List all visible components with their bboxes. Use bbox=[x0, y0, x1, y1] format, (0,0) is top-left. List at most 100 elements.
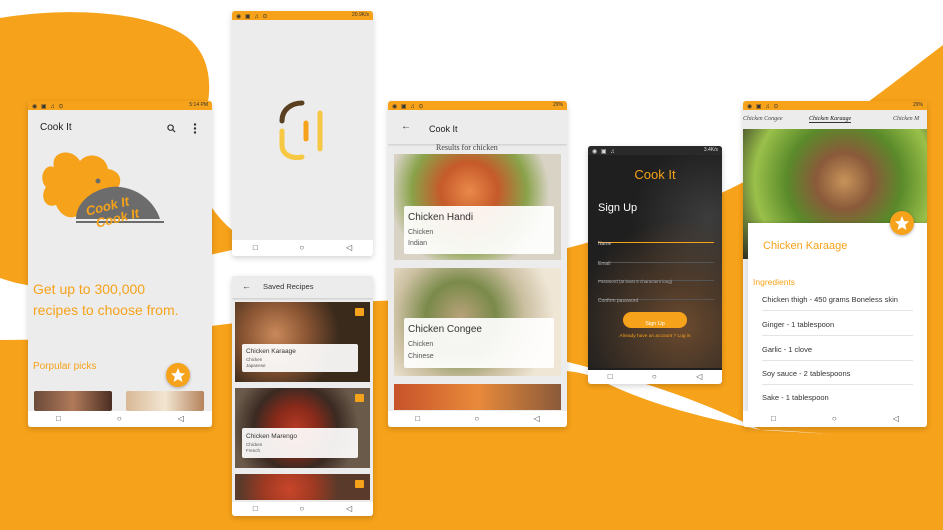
saved-item-label: Chicken Karaage Chicken Japanese bbox=[242, 344, 358, 372]
result-item-label: Chicken Congee Chicken Chinese bbox=[404, 318, 554, 368]
status-icons: ◉ ▣ ♫ ⊙ bbox=[236, 14, 269, 20]
signup-heading: Sign Up bbox=[598, 202, 638, 214]
toolbar: ← Cook It bbox=[388, 110, 567, 144]
name-placeholder: Name bbox=[598, 241, 612, 247]
recents-icon[interactable]: □ bbox=[771, 415, 776, 423]
saved-card[interactable]: Chicken Marengo Chicken French bbox=[235, 388, 370, 468]
recents-icon[interactable]: □ bbox=[415, 415, 420, 423]
tab-current[interactable]: Chicken Karaage bbox=[809, 116, 852, 123]
star-icon bbox=[171, 368, 185, 382]
recipe-name: Chicken Karaage bbox=[246, 348, 296, 355]
recipe-tabs: Chicken Congee Chicken Karaage Chicken M bbox=[743, 110, 927, 129]
search-icon[interactable] bbox=[167, 124, 176, 133]
recipe-cuisine: Chinese bbox=[408, 353, 434, 360]
screen-splash: ◉ ▣ ♫ ⊙ 20.9K/s □ ○ ◁ bbox=[232, 11, 373, 256]
ingredient-row: Soy sauce - 2 tablespoons bbox=[762, 369, 913, 385]
bookmark-icon[interactable] bbox=[355, 308, 364, 316]
status-icons: ◉ ▣ ♫ ⊙ bbox=[392, 104, 425, 110]
back-icon[interactable]: ◁ bbox=[178, 415, 184, 423]
back-arrow-icon[interactable]: ← bbox=[401, 121, 411, 132]
nav-bar: □ ○ ◁ bbox=[232, 502, 373, 516]
ingredients-title: Ingredients bbox=[753, 277, 796, 287]
recipe-name: Chicken Marengo bbox=[246, 433, 297, 440]
result-card[interactable]: Chicken Congee Chicken Chinese bbox=[394, 268, 561, 376]
app-title: Cook It bbox=[40, 122, 72, 133]
result-item-label: Chicken Handi Chicken Indian bbox=[404, 206, 554, 254]
recipe-title: Chicken Karaage bbox=[763, 240, 848, 252]
recipe-category: Chicken bbox=[246, 442, 263, 447]
email-field[interactable]: Email bbox=[598, 252, 714, 267]
home-icon[interactable]: ○ bbox=[652, 373, 657, 381]
status-icons: ◉ ▣ ♫ bbox=[592, 149, 616, 155]
toolbar: Cook It bbox=[28, 110, 212, 144]
saved-item-label: Chicken Marengo Chicken French bbox=[242, 428, 358, 458]
ingredient-row: Chicken thigh - 450 grams Boneless skin bbox=[762, 295, 913, 311]
cook-it-logo: Cook It Cook It bbox=[42, 152, 164, 231]
sign-up-button[interactable]: Sign Up bbox=[623, 312, 687, 328]
recipe-category: Chicken bbox=[408, 341, 434, 348]
back-icon[interactable]: ◁ bbox=[346, 505, 352, 513]
fab-star-button[interactable] bbox=[890, 211, 914, 235]
recipe-category: Chicken bbox=[246, 357, 263, 362]
status-bar: ◉ ▣ ♫ 3.4K/s bbox=[588, 146, 722, 155]
recents-icon[interactable]: □ bbox=[608, 373, 613, 381]
home-icon[interactable]: ○ bbox=[117, 415, 122, 423]
saved-card[interactable]: Chicken Karaage Chicken Japanese bbox=[235, 302, 370, 382]
home-icon[interactable]: ○ bbox=[832, 415, 837, 423]
recents-icon[interactable]: □ bbox=[56, 415, 61, 423]
screen-title: Saved Recipes bbox=[263, 282, 314, 291]
ingredient-row: Garlic - 1 clove bbox=[762, 345, 913, 361]
recipe-name: Chicken Congee bbox=[408, 324, 482, 335]
status-text: 29% bbox=[912, 102, 923, 108]
recents-icon[interactable]: □ bbox=[253, 505, 258, 513]
status-icons: ◉ ▣ ♫ ⊙ bbox=[747, 104, 780, 110]
recipe-category: Chicken bbox=[408, 229, 434, 236]
status-bar: ◉ ▣ ♫ ⊙ 20.9K/s bbox=[232, 11, 373, 20]
status-bar: ◉ ▣ ♫ ⊙ 5:14 PM bbox=[28, 101, 212, 110]
password-placeholder: Password (at least 8 characters long) bbox=[598, 279, 673, 284]
app-title: Cook It bbox=[634, 167, 676, 182]
recipe-name: Chicken Handi bbox=[408, 212, 474, 223]
back-icon[interactable]: ◁ bbox=[696, 373, 702, 381]
screen-saved-recipes: ← Saved Recipes Chicken Karaage Chicken … bbox=[232, 276, 373, 516]
nav-bar: □ ○ ◁ bbox=[588, 370, 722, 384]
recipe-cuisine: French bbox=[246, 448, 261, 453]
status-text: 5:14 PM bbox=[189, 102, 208, 108]
saved-card[interactable] bbox=[235, 474, 370, 500]
confirm-password-field[interactable]: Confirm password bbox=[598, 289, 714, 304]
result-card[interactable]: Chicken Handi Chicken Indian bbox=[394, 154, 561, 260]
back-arrow-icon[interactable]: ← bbox=[242, 281, 251, 291]
back-icon[interactable]: ◁ bbox=[893, 415, 899, 423]
bookmark-icon[interactable] bbox=[355, 394, 364, 402]
status-text: 29% bbox=[552, 102, 563, 108]
email-placeholder: Email bbox=[598, 261, 611, 267]
home-icon[interactable]: ○ bbox=[474, 415, 479, 423]
back-icon[interactable]: ◁ bbox=[534, 415, 540, 423]
recents-icon[interactable]: □ bbox=[253, 244, 258, 252]
back-icon[interactable]: ◁ bbox=[346, 244, 352, 252]
more-vert-icon[interactable] bbox=[193, 123, 197, 134]
login-link[interactable]: Already have an account ? Log in bbox=[588, 334, 722, 339]
pick-thumb-2[interactable] bbox=[126, 391, 204, 411]
recipe-cuisine: Japanese bbox=[246, 363, 266, 368]
tab-prev[interactable]: Chicken Congee bbox=[743, 116, 783, 122]
pick-thumb-1[interactable] bbox=[34, 391, 112, 411]
result-card[interactable] bbox=[394, 384, 561, 410]
sign-up-button-label: Sign Up bbox=[645, 321, 665, 327]
nav-bar: □ ○ ◁ bbox=[388, 411, 567, 427]
bookmark-icon[interactable] bbox=[355, 480, 364, 488]
password-field[interactable]: Password (at least 8 characters long) bbox=[598, 270, 714, 284]
home-icon[interactable]: ○ bbox=[299, 244, 304, 252]
tab-next[interactable]: Chicken M bbox=[893, 116, 919, 122]
nav-bar: □ ○ ◁ bbox=[28, 411, 212, 427]
screen-home: ◉ ▣ ♫ ⊙ 5:14 PM Cook It Cook It Cook It … bbox=[28, 101, 212, 427]
status-bar: ◉ ▣ ♫ ⊙ 29% bbox=[388, 101, 567, 110]
screen-sign-up: ◉ ▣ ♫ 3.4K/s Cook It Sign Up Name Email … bbox=[588, 146, 722, 384]
fab-star-button[interactable] bbox=[166, 363, 190, 387]
status-text: 3.4K/s bbox=[703, 147, 718, 153]
nav-bar: □ ○ ◁ bbox=[232, 240, 373, 256]
name-field[interactable]: Name bbox=[598, 232, 714, 247]
recipe-cuisine: Indian bbox=[408, 240, 428, 247]
ingredient-row: Ginger - 1 tablespoon bbox=[762, 320, 913, 336]
home-icon[interactable]: ○ bbox=[299, 505, 304, 513]
